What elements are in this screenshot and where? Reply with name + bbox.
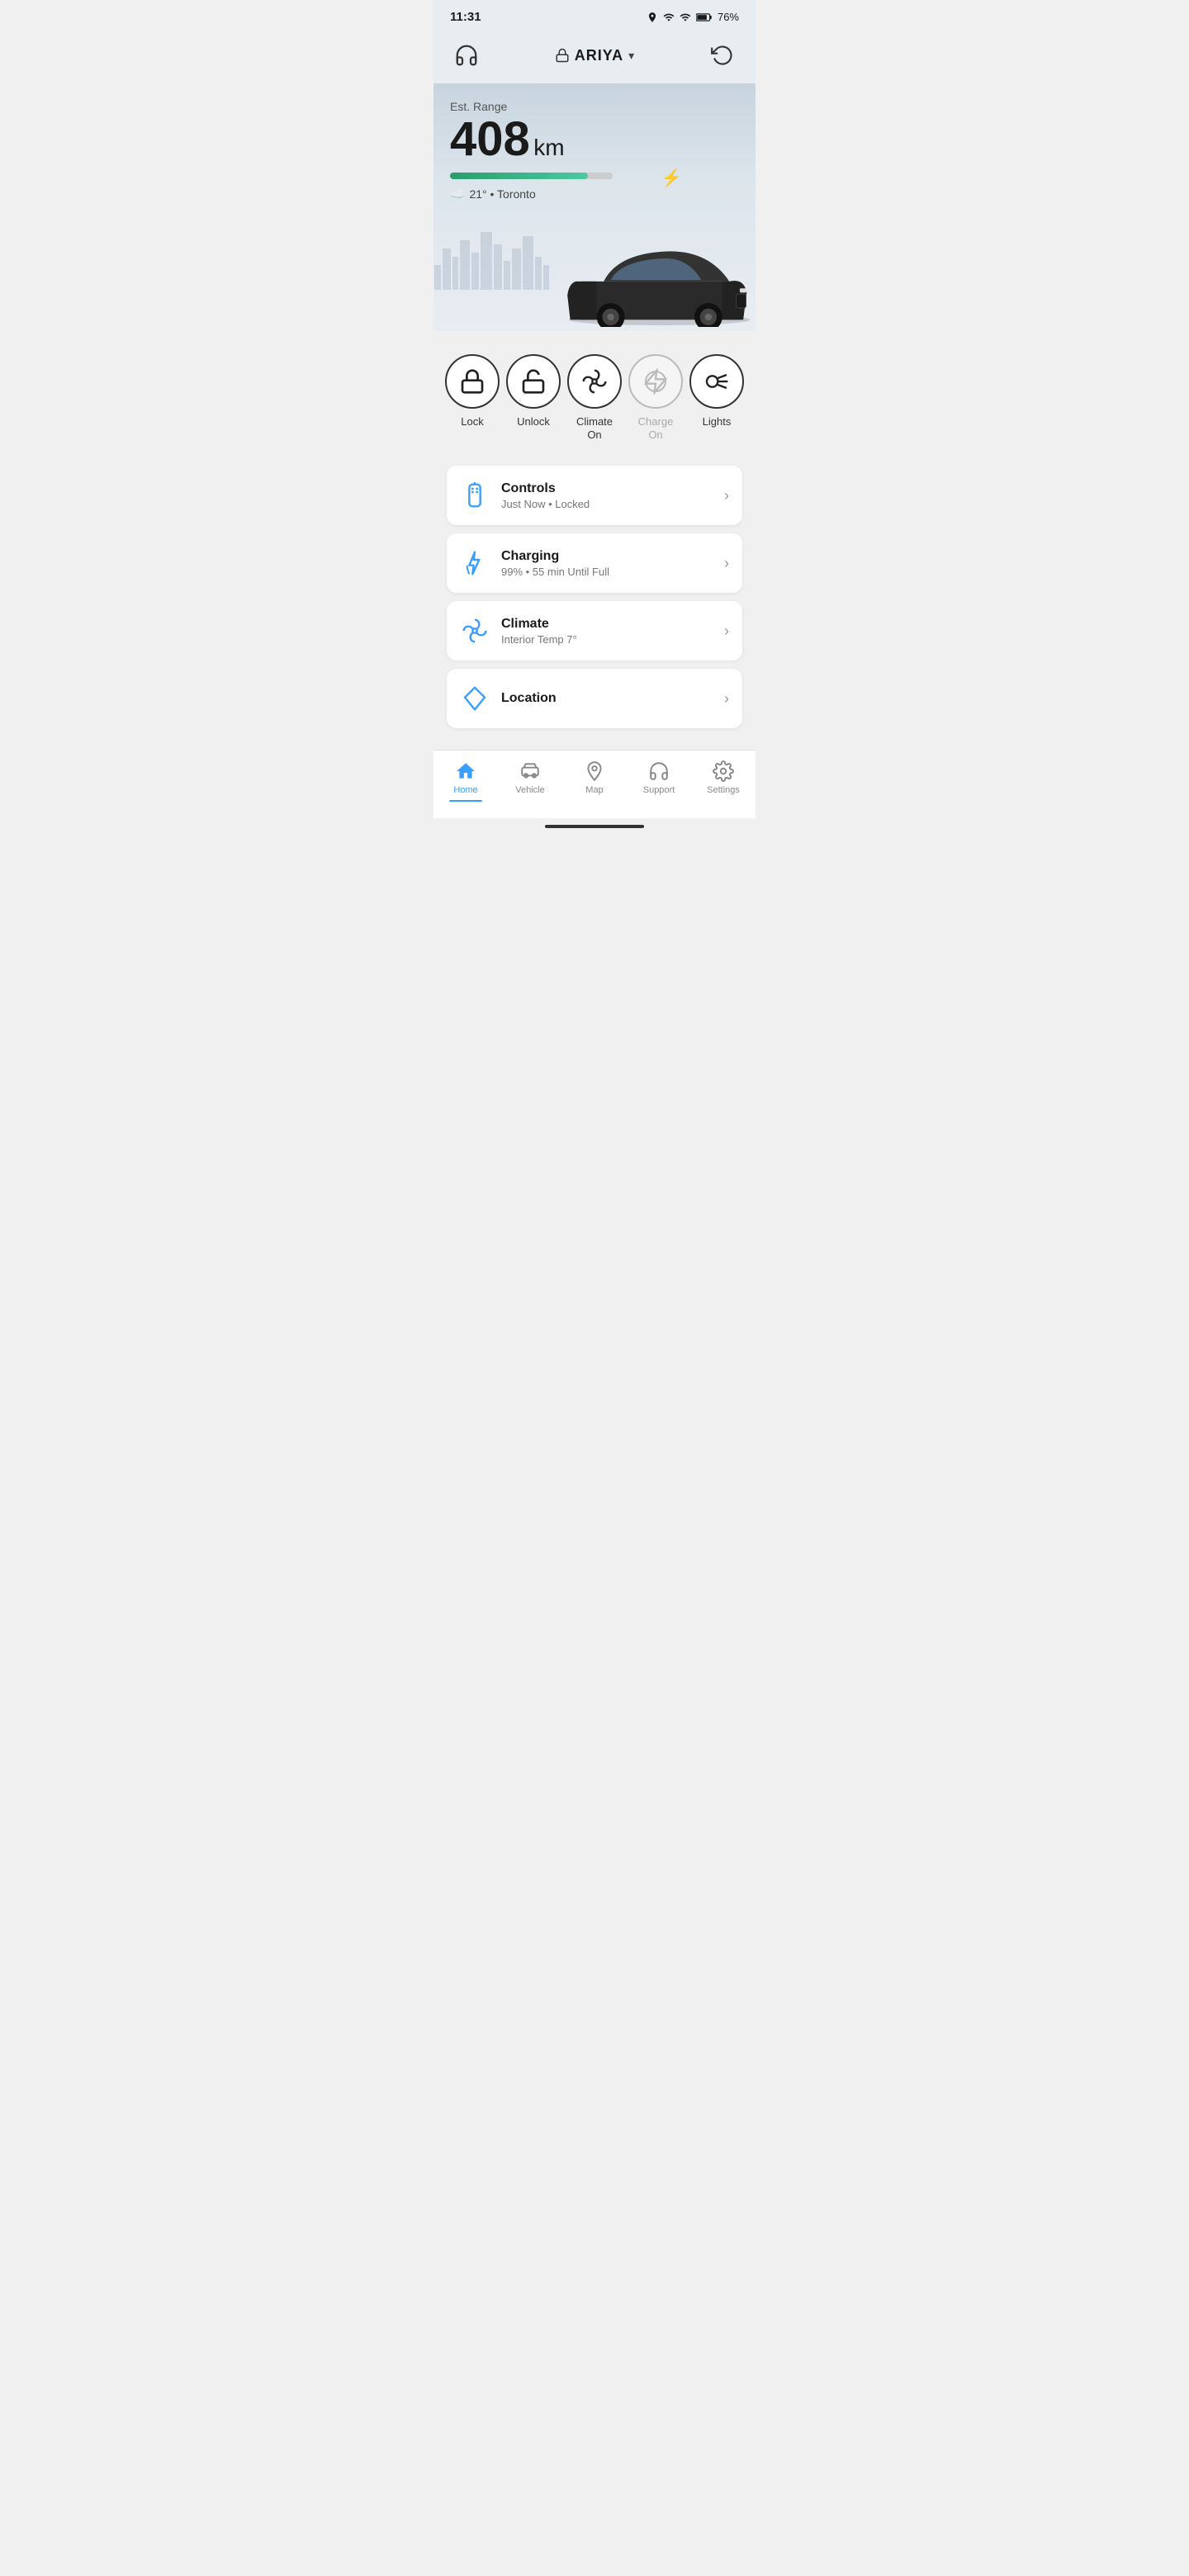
charging-title: Charging <box>501 549 609 564</box>
location-chevron-icon: › <box>724 690 729 708</box>
settings-icon <box>713 760 734 782</box>
unlock-circle[interactable] <box>506 354 561 409</box>
unlock-icon <box>520 368 547 395</box>
nav-active-indicator <box>449 800 482 802</box>
nav-support-label: Support <box>643 785 675 795</box>
map-icon <box>584 760 605 782</box>
nav-home-label: Home <box>453 785 477 795</box>
charging-subtitle: 99% • 55 min Until Full <box>501 566 609 578</box>
quick-actions: Lock Unlock ClimateOn <box>433 331 756 457</box>
charge-bar-container <box>450 173 613 179</box>
charge-on-circle[interactable] <box>628 354 683 409</box>
nav-vehicle-label: Vehicle <box>515 785 544 795</box>
lightning-icon: ⚡ <box>661 168 682 188</box>
unlock-action[interactable]: Unlock <box>506 354 561 429</box>
support-icon-button[interactable] <box>450 39 483 72</box>
headphone-icon <box>454 43 479 68</box>
controls-chevron-icon: › <box>724 487 729 504</box>
fan-icon <box>581 368 608 395</box>
charge-bar: ⚡ <box>450 173 667 179</box>
unlock-label: Unlock <box>517 415 550 429</box>
status-icons: 76% <box>647 11 739 23</box>
est-range-label: Est. Range <box>450 100 739 113</box>
nav-map[interactable]: Map <box>570 760 619 795</box>
nav-icon <box>462 685 488 712</box>
range-unit: km <box>533 135 564 160</box>
charge-icon <box>642 368 669 395</box>
hero-section: Est. Range 408 km ⚡ ☁️ 21° • Toronto <box>433 83 756 331</box>
lights-label: Lights <box>703 415 732 429</box>
battery-percent: 76% <box>718 11 739 23</box>
charging-icon <box>462 550 488 576</box>
cloud-icon: ☁️ <box>450 187 464 201</box>
history-button[interactable] <box>706 39 739 72</box>
remote-icon <box>462 482 488 509</box>
lights-icon <box>703 368 730 395</box>
nav-support[interactable]: Support <box>634 760 684 795</box>
car-image <box>555 222 756 331</box>
battery-icon <box>696 12 713 22</box>
charge-bar-fill <box>450 173 588 179</box>
nav-settings[interactable]: Settings <box>699 760 748 795</box>
weather-row: ☁️ 21° • Toronto <box>450 187 739 201</box>
lock-label: Lock <box>461 415 483 429</box>
lock-action[interactable]: Lock <box>445 354 500 429</box>
climate-chevron-icon: › <box>724 623 729 640</box>
bottom-nav: Home Vehicle Map Support Settings <box>433 750 756 818</box>
charging-card[interactable]: Charging 99% • 55 min Until Full › <box>447 533 742 593</box>
vehicle-selector[interactable]: ARIYA ▾ <box>555 47 634 64</box>
lock-icon <box>459 368 486 395</box>
nav-home[interactable]: Home <box>441 760 490 802</box>
charge-on-action[interactable]: ChargeOn <box>628 354 683 441</box>
nav-settings-label: Settings <box>707 785 740 795</box>
controls-card-icon <box>460 481 490 510</box>
climate-on-action[interactable]: ClimateOn <box>567 354 622 441</box>
range-display: 408 km <box>450 113 739 166</box>
climate-title: Climate <box>501 617 577 632</box>
climate-on-label: ClimateOn <box>576 415 613 441</box>
location-card[interactable]: Location › <box>447 669 742 728</box>
lock-circle[interactable] <box>445 354 500 409</box>
header: ARIYA ▾ <box>433 31 756 83</box>
lights-circle[interactable] <box>689 354 744 409</box>
climate-card-icon <box>460 616 490 646</box>
history-icon <box>711 44 734 67</box>
charge-on-label: ChargeOn <box>638 415 674 441</box>
status-bar: 11:31 76% <box>433 0 756 31</box>
location-status-icon <box>647 12 658 23</box>
home-indicator <box>545 825 644 828</box>
nav-map-label: Map <box>585 785 603 795</box>
vehicle-icon <box>519 760 541 782</box>
location-title: Location <box>501 691 557 706</box>
status-time: 11:31 <box>450 10 481 24</box>
climate-circle[interactable] <box>567 354 622 409</box>
controls-title: Controls <box>501 481 590 496</box>
lights-action[interactable]: Lights <box>689 354 744 429</box>
wifi-icon <box>663 12 675 23</box>
lock-header-icon <box>555 48 570 63</box>
charging-chevron-icon: › <box>724 555 729 572</box>
controls-card[interactable]: Controls Just Now • Locked › <box>447 466 742 525</box>
signal-icon <box>680 12 691 23</box>
controls-subtitle: Just Now • Locked <box>501 498 590 510</box>
cards-section: Controls Just Now • Locked › Charging 99… <box>433 457 756 736</box>
home-icon <box>455 760 476 782</box>
charging-card-icon <box>460 548 490 578</box>
fan-card-icon <box>462 618 488 644</box>
climate-subtitle: Interior Temp 7° <box>501 633 577 646</box>
climate-card[interactable]: Climate Interior Temp 7° › <box>447 601 742 661</box>
range-value: 408 <box>450 112 530 166</box>
car-name: ARIYA <box>575 47 623 64</box>
weather-info: 21° • Toronto <box>469 187 535 201</box>
support-nav-icon <box>648 760 670 782</box>
chevron-down-icon: ▾ <box>628 49 634 63</box>
location-card-icon <box>460 684 490 713</box>
nav-vehicle[interactable]: Vehicle <box>505 760 555 795</box>
